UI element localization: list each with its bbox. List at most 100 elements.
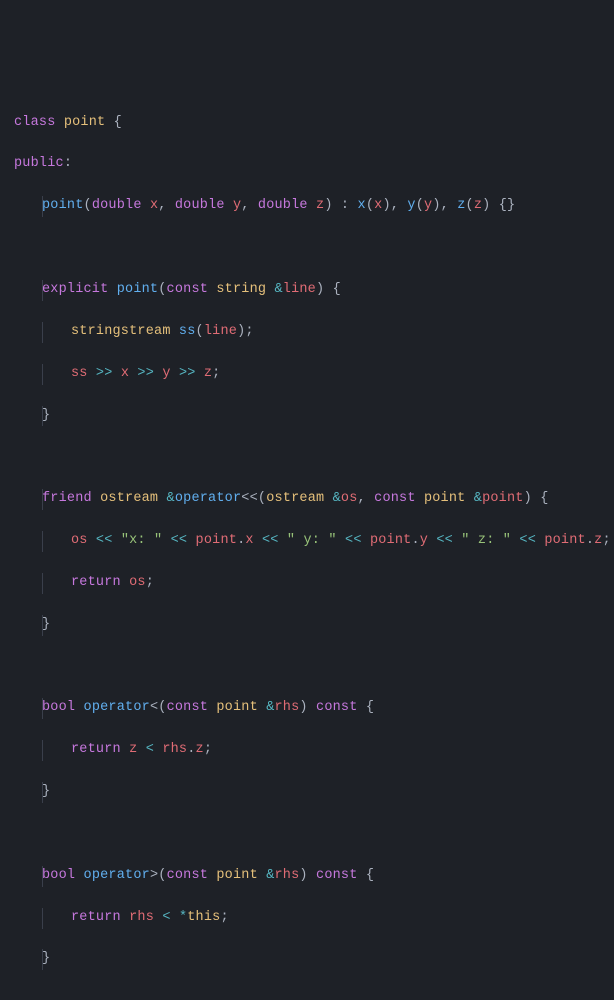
type-bool: bool (42, 700, 84, 715)
code-line: } (14, 406, 614, 427)
arg-z: z (474, 198, 482, 213)
member-z: z (594, 533, 602, 548)
paren: ) (299, 700, 316, 715)
semi: ; (212, 366, 220, 381)
keyword-this: this (187, 910, 220, 925)
keyword-const: const (374, 491, 424, 506)
string-literal: "x: " (121, 533, 163, 548)
comma: , (158, 198, 175, 213)
dot: . (411, 533, 419, 548)
param-os: os (341, 491, 358, 506)
var-rhs: rhs (162, 742, 187, 757)
ctor-point: point (117, 282, 159, 297)
insert-op-icon: << (337, 533, 370, 548)
keyword-public: public (14, 156, 64, 171)
lt-icon: < (150, 700, 158, 715)
amp-icon: & (167, 491, 175, 506)
keyword-const: const (167, 868, 217, 883)
paren: ( (196, 324, 204, 339)
paren: ), (382, 198, 407, 213)
code-line: bool operator<(const point &rhs) const { (14, 698, 614, 719)
insert-op-icon: << (162, 533, 195, 548)
arg-line: line (204, 324, 237, 339)
amp-icon: & (266, 868, 274, 883)
paren: ( (366, 198, 374, 213)
paren: ( (258, 491, 266, 506)
type-double: double (175, 198, 233, 213)
member-z: z (204, 366, 212, 381)
type-point: point (216, 700, 266, 715)
string-literal: " z: " (461, 533, 511, 548)
fn-operator: operator (84, 700, 150, 715)
type-point: point (64, 115, 106, 130)
code-line: } (14, 782, 614, 803)
keyword-return: return (71, 575, 129, 590)
amp-icon: & (274, 282, 282, 297)
type-ostream: ostream (266, 491, 332, 506)
paren: ), (432, 198, 457, 213)
brace: { (105, 115, 122, 130)
comma: , (358, 491, 375, 506)
keyword-explicit: explicit (42, 282, 117, 297)
keyword-class: class (14, 115, 64, 130)
param-x: x (150, 198, 158, 213)
semi: ; (602, 533, 610, 548)
code-line: public: (14, 154, 614, 175)
code-line: class point { (14, 113, 614, 134)
code-line: } (14, 615, 614, 636)
keyword-const: const (316, 700, 366, 715)
amp-icon: & (333, 491, 341, 506)
var-ss: ss (71, 366, 96, 381)
insert-op-icon: << (241, 491, 258, 506)
code-line: return os; (42, 573, 614, 594)
paren: ( (466, 198, 474, 213)
param-line: line (283, 282, 316, 297)
var-rhs: rhs (129, 910, 162, 925)
code-line: } (14, 949, 614, 970)
member-z: z (196, 742, 204, 757)
type-bool: bool (42, 868, 84, 883)
keyword-friend: friend (42, 491, 100, 506)
keyword-return: return (71, 742, 129, 757)
type-string: string (216, 282, 274, 297)
brace: { (366, 868, 374, 883)
paren: ( (158, 282, 166, 297)
blank-line (14, 447, 614, 468)
amp-icon: & (266, 700, 274, 715)
member-y: y (420, 533, 428, 548)
type-double: double (92, 198, 150, 213)
lt-icon: < (162, 910, 179, 925)
dot: . (586, 533, 594, 548)
brace: } (42, 784, 50, 799)
amp-icon: & (474, 491, 482, 506)
deref-icon: * (179, 910, 187, 925)
semi: ; (220, 910, 228, 925)
initlist: ) : (324, 198, 357, 213)
fn-operator: operator (175, 491, 241, 506)
type-ostream: ostream (100, 491, 166, 506)
brace: ) { (316, 282, 341, 297)
param-rhs: rhs (275, 868, 300, 883)
fn-operator: operator (84, 868, 150, 883)
var-os: os (71, 533, 96, 548)
colon: : (64, 156, 72, 171)
semi: ); (237, 324, 254, 339)
paren: ( (416, 198, 424, 213)
var-point: point (370, 533, 412, 548)
member-z: z (129, 742, 146, 757)
blank-line (14, 238, 614, 259)
code-line: return z < rhs.z; (42, 740, 614, 761)
member-y: y (407, 198, 415, 213)
blank-line (14, 657, 614, 678)
extract-op-icon: >> (137, 366, 162, 381)
code-line: stringstream ss(line); (42, 322, 614, 343)
insert-op-icon: << (511, 533, 544, 548)
member-z: z (457, 198, 465, 213)
var-point: point (196, 533, 238, 548)
member-x: x (121, 366, 138, 381)
code-line: ss >> x >> y >> z; (42, 364, 614, 385)
code-line: point(double x, double y, double z) : x(… (14, 196, 614, 217)
keyword-return: return (71, 910, 129, 925)
semi: ; (204, 742, 212, 757)
code-editor: class point { public: point(double x, do… (14, 92, 614, 1000)
